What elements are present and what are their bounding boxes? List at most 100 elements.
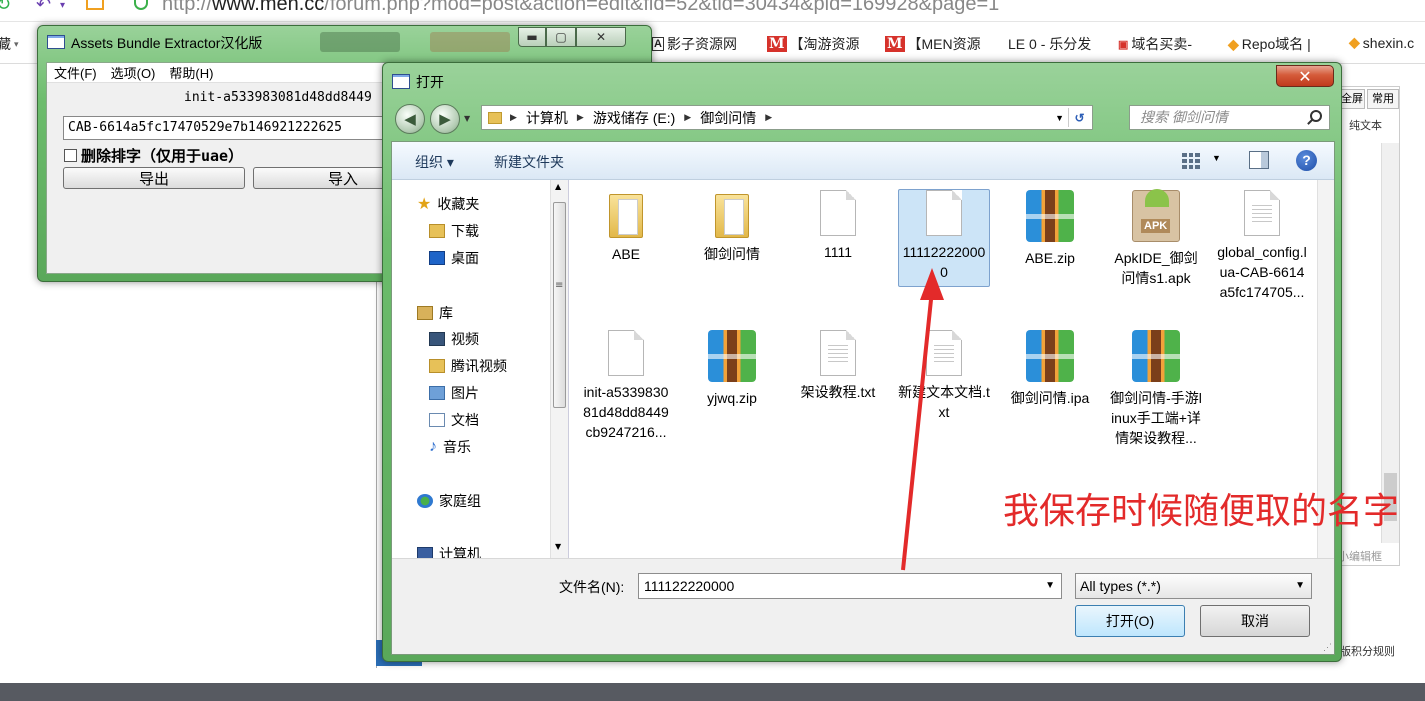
- file-item[interactable]: ABE.zip: [1004, 190, 1096, 268]
- scroll-up-icon[interactable]: ▲: [555, 182, 561, 191]
- bookmark-item[interactable]: ◆ Repo域名 |: [1228, 34, 1311, 54]
- remove-layout-checkbox-row[interactable]: 删除排字（仅用于uae）: [64, 145, 243, 166]
- dialog-title: 打开: [416, 74, 444, 90]
- breadcrumb-item[interactable]: 计算机: [526, 108, 568, 128]
- close-button[interactable]: ✕: [1276, 65, 1334, 87]
- breadcrumb-item[interactable]: 游戏储存 (E:): [593, 108, 675, 128]
- undo-icon[interactable]: ↶: [36, 0, 51, 15]
- nav-item-desktop[interactable]: 桌面: [429, 248, 479, 268]
- file-item[interactable]: global_config.lua-CAB-6614a5fc174705...: [1216, 190, 1308, 302]
- file-item[interactable]: init-a533983081d48dd8449cb9247216...: [580, 330, 672, 442]
- chevron-down-icon[interactable]: ▼: [1045, 574, 1055, 598]
- refresh-icon[interactable]: ↺: [1068, 108, 1090, 127]
- open-button[interactable]: 打开(O): [1075, 605, 1185, 637]
- nav-item-favorites[interactable]: ★ 收藏夹: [417, 194, 479, 214]
- preview-pane-icon[interactable]: [1249, 151, 1269, 169]
- archive-icon: [708, 330, 756, 382]
- bookmark-item[interactable]: A 影子资源网: [652, 34, 737, 54]
- small-editor-link[interactable]: 小编辑框: [1338, 548, 1382, 564]
- file-name-area: 文件名(N): 111122220000 ▼ All types (*.*) ▼ 打…: [392, 558, 1334, 654]
- file-item[interactable]: 御剑问情-手游linux手工端+详情架设教程...: [1110, 330, 1202, 448]
- export-button[interactable]: 导出: [63, 167, 245, 189]
- menu-file[interactable]: 文件(F): [54, 63, 97, 82]
- nav-item-videos[interactable]: 视频: [429, 329, 479, 349]
- video-icon: [429, 332, 445, 346]
- chevron-down-icon[interactable]: ▼: [1055, 113, 1064, 123]
- resize-grip-icon[interactable]: ⋰: [1323, 642, 1332, 653]
- folder-icon: [429, 359, 445, 373]
- menu-options[interactable]: 选项(O): [111, 63, 156, 82]
- nav-item-pictures[interactable]: 图片: [429, 383, 479, 403]
- fullscreen-button[interactable]: 全屏: [1339, 89, 1365, 109]
- bookmark-item[interactable]: M 【淘游资源: [767, 34, 860, 54]
- back-button[interactable]: ◀: [395, 104, 425, 134]
- recent-locations-icon[interactable]: ▼: [464, 114, 470, 123]
- common-button[interactable]: 常用: [1367, 89, 1399, 109]
- nav-item-libraries[interactable]: 库: [417, 303, 453, 323]
- breadcrumb[interactable]: ▶ 计算机 ▶ 游戏储存 (E:) ▶ 御剑问情 ▶ ▼ ↺: [481, 105, 1093, 130]
- chevron-right-icon[interactable]: ▶: [577, 112, 584, 123]
- cancel-button[interactable]: 取消: [1200, 605, 1310, 637]
- home-icon[interactable]: [86, 0, 104, 10]
- bookmark-item[interactable]: ▣ 域名买卖-: [1118, 34, 1192, 54]
- shadow-icon: A: [652, 37, 664, 51]
- file-item[interactable]: yjwq.zip: [686, 330, 778, 408]
- filetype-select[interactable]: All types (*.*) ▼: [1075, 573, 1312, 599]
- asset-name-label: init-a533983081d48dd8449: [184, 90, 372, 105]
- maximize-button[interactable]: ▢: [546, 27, 576, 47]
- window-icon: [392, 74, 410, 89]
- file-item[interactable]: 御剑问情.ipa: [1004, 330, 1096, 408]
- search-input[interactable]: 搜索 御剑问情: [1129, 105, 1330, 130]
- file-item[interactable]: APK ApkIDE_御剑问情s1.apk: [1110, 189, 1202, 288]
- m-logo-icon: M: [767, 36, 787, 52]
- view-icon[interactable]: [1182, 153, 1200, 169]
- file-item[interactable]: 1111: [792, 190, 884, 262]
- menu-help[interactable]: 帮助(H): [169, 63, 213, 82]
- file-item[interactable]: 新建文本文档.txt: [898, 330, 990, 422]
- bookmark-item[interactable]: LE 0 - 乐分发: [1008, 34, 1091, 54]
- file-item[interactable]: 架设教程.txt: [792, 330, 884, 402]
- text-file-icon: [926, 330, 962, 376]
- close-button[interactable]: ✕: [576, 27, 626, 47]
- nav-scrollbar[interactable]: ▲ ≡ ▼: [550, 180, 568, 558]
- star-icon: ★: [417, 196, 432, 213]
- bookmark-folder[interactable]: 藏 ▾: [0, 34, 19, 54]
- chevron-right-icon[interactable]: ▶: [765, 112, 772, 123]
- chevron-down-icon[interactable]: ▼: [1212, 153, 1221, 163]
- music-icon: ♪: [429, 438, 437, 455]
- chevron-right-icon[interactable]: ▶: [684, 112, 691, 123]
- plaintext-toggle[interactable]: 纯文本: [1349, 117, 1382, 133]
- search-icon[interactable]: [1310, 110, 1322, 122]
- file-item[interactable]: 御剑问情: [686, 190, 778, 264]
- remove-layout-checkbox[interactable]: [64, 149, 77, 162]
- forward-button[interactable]: ▶: [430, 104, 460, 134]
- address-bar[interactable]: http://www.men.cc/forum.php?mod=post&act…: [162, 0, 999, 16]
- scroll-down-icon[interactable]: ▼: [555, 542, 561, 551]
- bookmark-item[interactable]: ◆ shexin.c: [1349, 34, 1414, 51]
- nav-item-downloads[interactable]: 下载: [429, 221, 479, 241]
- bookmark-item[interactable]: M 【MEN资源: [885, 34, 981, 54]
- chevron-down-icon[interactable]: ▼: [1295, 574, 1305, 598]
- file-item-selected[interactable]: 111122220000: [898, 189, 990, 287]
- filename-input[interactable]: 111122220000 ▼: [638, 573, 1062, 599]
- minimize-button[interactable]: ▬: [518, 27, 546, 47]
- chevron-right-icon[interactable]: ▶: [510, 112, 517, 123]
- rules-link[interactable]: 版积分规则: [1340, 643, 1395, 659]
- chevron-down-icon[interactable]: ▾: [60, 0, 65, 11]
- organize-button[interactable]: 组织 ▾: [415, 152, 454, 172]
- nav-item-documents[interactable]: 文档: [429, 410, 479, 430]
- security-shield-icon: [134, 0, 148, 10]
- file-icon: [820, 190, 856, 236]
- domain-icon: ▣: [1118, 38, 1129, 51]
- dialog-body: 组织 ▾ 新建文件夹 ▼ ? ★ 收藏夹 下载 桌面 库 视频 腾讯视频 图片 文…: [391, 141, 1335, 655]
- scroll-thumb[interactable]: [553, 202, 566, 408]
- help-icon[interactable]: ?: [1296, 150, 1317, 171]
- refresh-icon[interactable]: ↻: [0, 0, 11, 15]
- file-item[interactable]: ABE: [580, 190, 672, 264]
- breadcrumb-item[interactable]: 御剑问情: [700, 108, 756, 128]
- nav-item-music[interactable]: ♪ 音乐: [429, 437, 471, 457]
- cab-name-field[interactable]: CAB-6614a5fc17470529e7b146921222625: [63, 116, 403, 140]
- nav-item-homegroup[interactable]: 家庭组: [417, 491, 481, 511]
- nav-item-tencent-video[interactable]: 腾讯视频: [429, 356, 507, 376]
- new-folder-button[interactable]: 新建文件夹: [494, 152, 564, 172]
